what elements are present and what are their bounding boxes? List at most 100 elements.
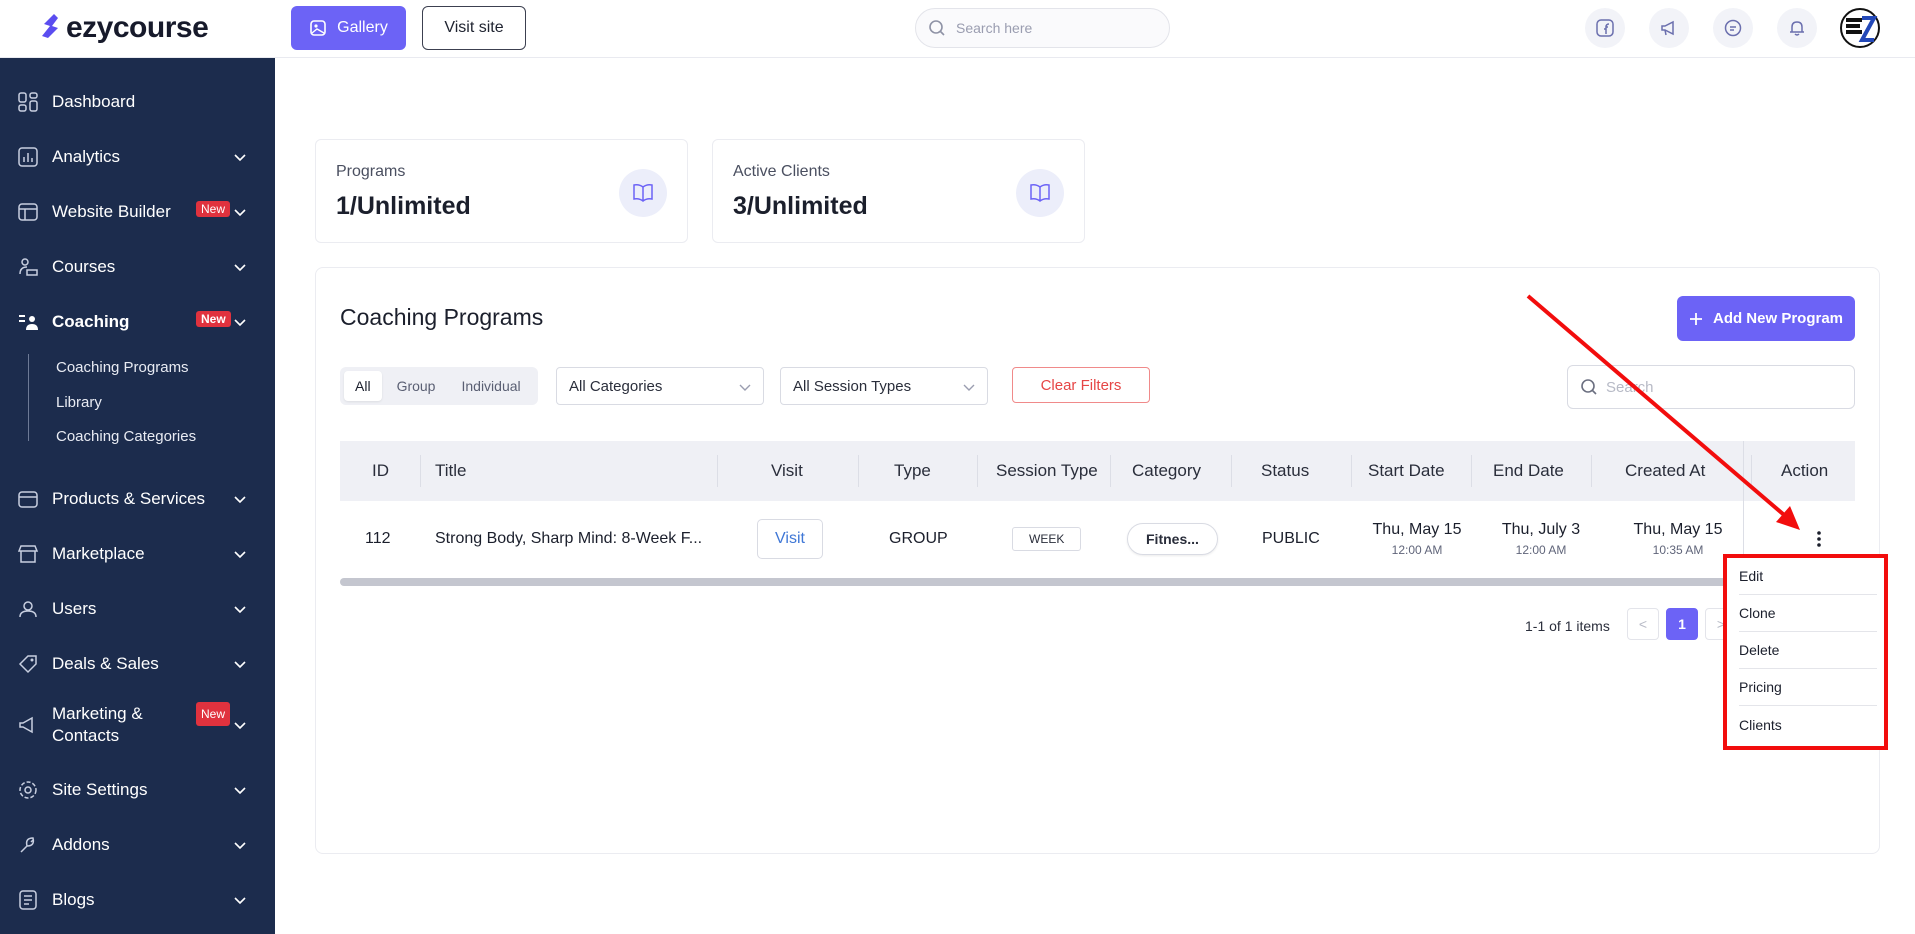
gallery-button[interactable]: Gallery [291, 6, 406, 50]
sidebar-item-marketing-contacts[interactable]: Marketing & Contacts New [0, 700, 275, 750]
gallery-label: Gallery [337, 19, 388, 36]
website-builder-icon [16, 200, 40, 224]
created-time: 10:35 AM [1652, 543, 1704, 557]
addons-icon [16, 833, 40, 857]
category-tag[interactable]: Fitnes... [1127, 523, 1218, 555]
column-separator [858, 455, 859, 487]
segment-all[interactable]: All [344, 371, 382, 401]
sidebar-item-label: Blogs [52, 890, 95, 909]
sidebar-item-dashboard[interactable]: Dashboard [0, 80, 275, 124]
column-separator [1351, 455, 1352, 487]
courses-icon [16, 255, 40, 279]
sidebar-subitem-library[interactable]: Library [56, 394, 102, 411]
menu-item-pricing[interactable]: Pricing [1739, 669, 1877, 706]
chevron-down-icon [234, 897, 246, 905]
sidebar-item-analytics[interactable]: Analytics [0, 135, 275, 179]
chevron-down-icon [234, 209, 246, 217]
menu-item-clients[interactable]: Clients [1739, 706, 1877, 743]
table-row[interactable]: 112 Strong Body, Sharp Mind: 8-Week F...… [340, 501, 1855, 577]
cell-status: PUBLIC [1262, 530, 1320, 547]
prev-page-button[interactable]: < [1627, 608, 1659, 640]
table-search-input[interactable] [1606, 378, 1846, 396]
facebook-icon[interactable] [1585, 8, 1625, 48]
column-separator [977, 455, 978, 487]
page-1-button[interactable]: 1 [1666, 608, 1698, 640]
blog-icon [16, 888, 40, 912]
column-header-title[interactable]: Title [435, 441, 467, 501]
sidebar-item-website-builder[interactable]: Website Builder New [0, 190, 275, 234]
horizontal-scrollbar[interactable] [340, 578, 1740, 586]
menu-item-edit[interactable]: Edit [1739, 558, 1877, 595]
user-avatar[interactable] [1840, 8, 1880, 48]
sidebar-item-addons[interactable]: Addons [0, 823, 275, 867]
sidebar-subitem-coaching-categories[interactable]: Coaching Categories [56, 428, 196, 445]
sidebar-item-marketplace[interactable]: Marketplace [0, 532, 275, 576]
chat-icon[interactable] [1713, 8, 1753, 48]
visit-site-button[interactable]: Visit site [422, 6, 526, 50]
start-date: Thu, May 15 [1372, 521, 1462, 538]
label-line-1: Marketing & [52, 704, 143, 723]
column-header-id[interactable]: ID [372, 441, 389, 501]
coaching-icon [16, 310, 40, 334]
label-line-2: Contacts [52, 726, 120, 745]
menu-item-delete[interactable]: Delete [1739, 632, 1877, 669]
session-type-tag: WEEK [1012, 527, 1082, 551]
sidebar-subitem-coaching-programs[interactable]: Coaching Programs [56, 359, 189, 376]
bell-icon[interactable] [1777, 8, 1817, 48]
category-select[interactable]: All Categories [556, 367, 764, 405]
sidebar-item-courses[interactable]: Courses [0, 245, 275, 289]
sidebar-item-deals-sales[interactable]: Deals & Sales [0, 642, 275, 686]
submenu-line [28, 354, 29, 441]
chevron-down-icon [234, 606, 246, 614]
cell-category: Fitnes... [1127, 501, 1218, 577]
column-header-end-date[interactable]: End Date [1493, 441, 1564, 501]
search-icon [929, 20, 945, 36]
column-header-session-type[interactable]: Session Type [996, 441, 1098, 501]
brand-logo[interactable]: ezycourse [40, 10, 209, 46]
column-header-status[interactable]: Status [1261, 441, 1309, 501]
menu-item-clone[interactable]: Clone [1739, 595, 1877, 632]
stat-card-programs: Programs 1/Unlimited [315, 139, 688, 243]
add-new-program-button[interactable]: Add New Program [1677, 296, 1855, 341]
column-header-start-date[interactable]: Start Date [1368, 441, 1445, 501]
column-header-visit[interactable]: Visit [771, 441, 803, 501]
sidebar-item-label: Site Settings [52, 780, 148, 799]
stat-card-active-clients: Active Clients 3/Unlimited [712, 139, 1085, 243]
segment-group[interactable]: Group [386, 371, 447, 401]
sidebar-item-site-settings[interactable]: Site Settings [0, 768, 275, 812]
sidebar-item-label: Deals & Sales [52, 654, 159, 673]
sidebar-item-users[interactable]: Users [0, 587, 275, 631]
ez-avatar-icon [1840, 8, 1880, 48]
chevron-down-icon [234, 319, 246, 327]
settings-icon [16, 778, 40, 802]
sidebar-item-coaching[interactable]: Coaching New [0, 300, 275, 344]
sidebar-item-label: Website Builder [52, 202, 171, 221]
chevron-down-icon [234, 842, 246, 850]
cell-visit: Visit [757, 501, 823, 577]
megaphone-icon[interactable] [1649, 8, 1689, 48]
column-separator [717, 455, 718, 487]
chevron-down-icon [234, 551, 246, 559]
sidebar-item-label: Coaching [52, 312, 130, 331]
sidebar-item-label: Users [52, 599, 97, 618]
new-badge: New [196, 311, 231, 327]
session-type-select[interactable]: All Session Types [780, 367, 988, 405]
brand-name: ezycourse [66, 11, 209, 44]
top-search[interactable] [915, 8, 1170, 48]
column-header-type[interactable]: Type [894, 441, 931, 501]
cell-title[interactable]: Strong Body, Sharp Mind: 8-Week F... [435, 501, 702, 577]
top-search-input[interactable] [956, 20, 1156, 36]
sidebar-item-blogs[interactable]: Blogs [0, 878, 275, 922]
column-header-created-at[interactable]: Created At [1625, 441, 1705, 501]
clear-filters-button[interactable]: Clear Filters [1012, 367, 1150, 403]
sidebar-item-products-services[interactable]: Products & Services [0, 477, 275, 521]
table-search[interactable] [1567, 365, 1855, 409]
visit-button[interactable]: Visit [757, 519, 823, 559]
plus-icon [1689, 312, 1702, 325]
megaphone-icon [16, 713, 40, 737]
segment-individual[interactable]: Individual [450, 371, 531, 401]
category-select-value: All Categories [569, 377, 663, 395]
marketplace-icon [16, 542, 40, 566]
cell-end-date: Thu, July 3 12:00 AM [1486, 501, 1596, 577]
column-header-category[interactable]: Category [1132, 441, 1201, 501]
